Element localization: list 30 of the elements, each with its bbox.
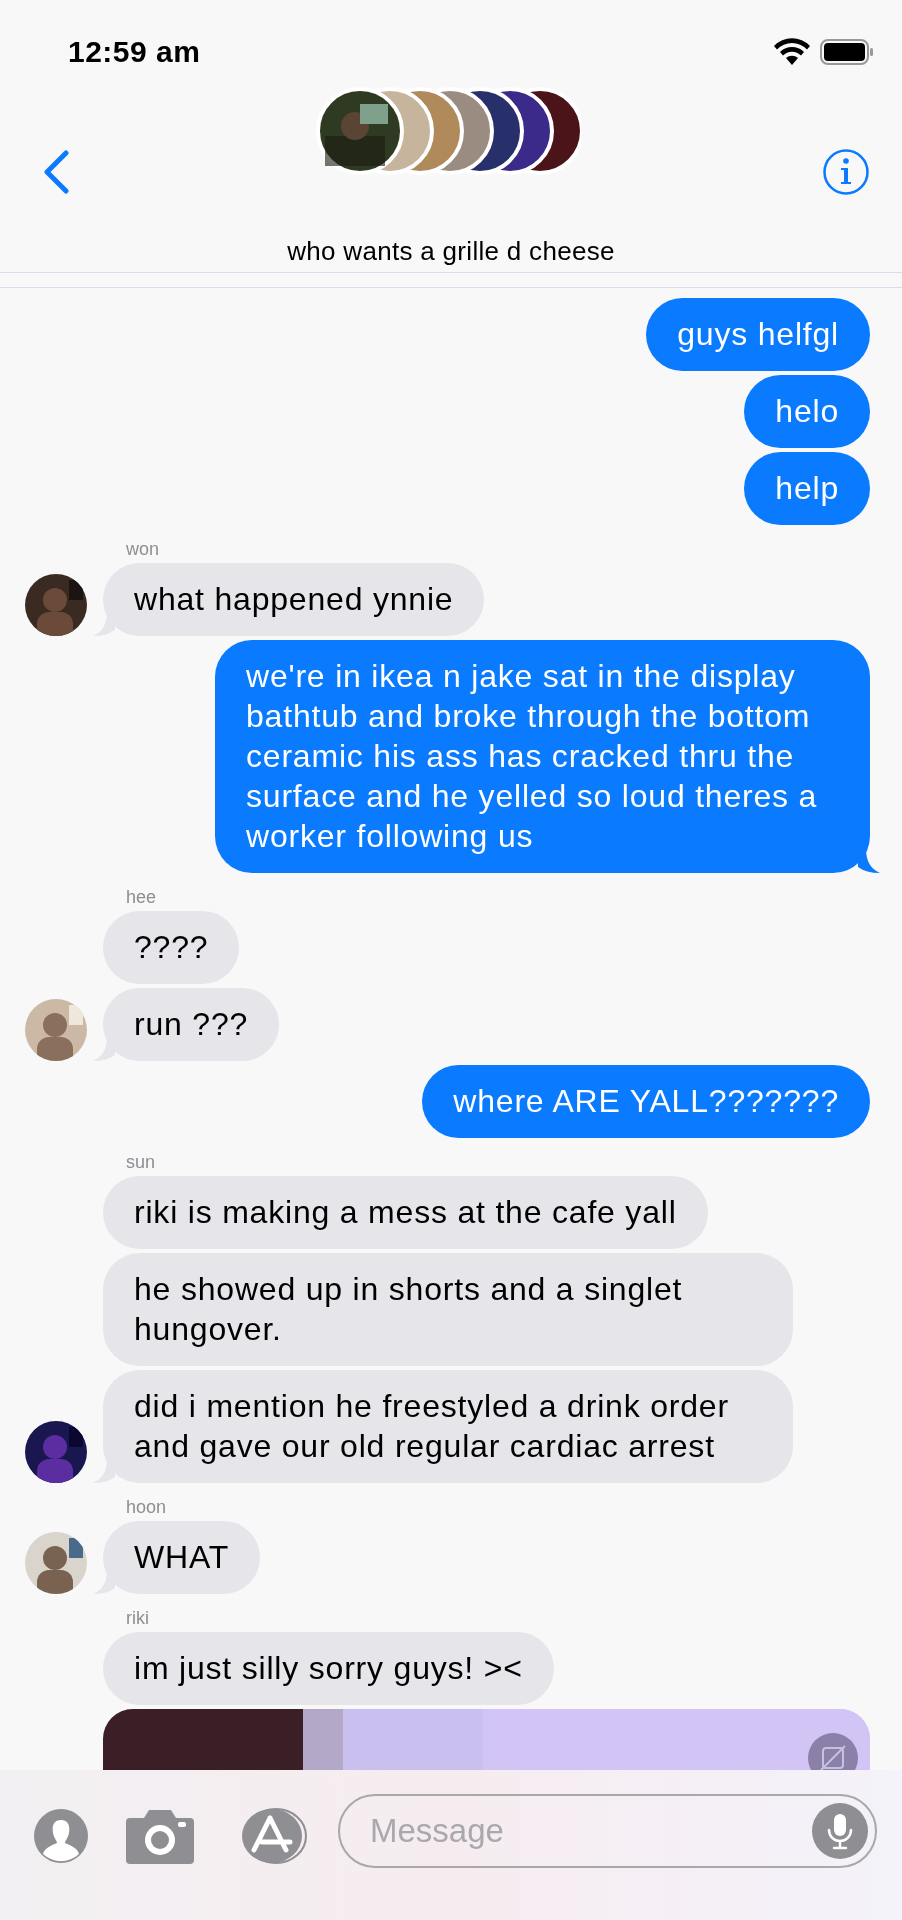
conversation-title[interactable]: who wants a grille d cheese — [287, 236, 615, 266]
message-bubble[interactable]: riki is making a mess at the cafe yall — [103, 1176, 708, 1249]
sender-name: riki — [126, 1608, 150, 1628]
chevron-left-icon — [42, 150, 70, 194]
message-bubble[interactable]: WHAT — [103, 1521, 261, 1594]
battery-icon — [820, 39, 874, 65]
message-bubble[interactable]: we're in ikea n jake sat in the display bathtub and broke through the bottom ceramic his ass has cracked thru the surface and he yelled so loud theres a worker following us — [215, 640, 870, 873]
info-button[interactable] — [822, 148, 870, 196]
status-time: 12:59 am — [68, 35, 201, 69]
microphone-icon[interactable] — [812, 1803, 868, 1859]
message-bubble[interactable]: helo — [744, 375, 870, 448]
wifi-icon — [772, 38, 812, 66]
message-bubble[interactable]: help — [744, 452, 870, 525]
message-bubble[interactable]: what happened ynnie — [103, 563, 485, 636]
message-bubble[interactable]: where ARE YALL??????? — [422, 1065, 870, 1138]
message-field[interactable]: Message — [338, 1794, 877, 1868]
crossed-frame-icon[interactable] — [808, 1733, 858, 1770]
message-bubble[interactable]: run ??? — [103, 988, 280, 1061]
contact-icon[interactable] — [33, 1808, 89, 1864]
message-bubble[interactable]: he showed up in shorts and a singlet hungover. — [103, 1253, 793, 1366]
message-bubble[interactable]: did i mention he freestyled a drink order and gave our old regular cardiac arrest — [103, 1370, 793, 1483]
sender-name: hee — [126, 887, 158, 907]
info-icon — [822, 148, 870, 196]
sender-name: hoon — [126, 1497, 168, 1517]
message-bubble[interactable]: guys helfgl — [646, 298, 870, 371]
message-bubble[interactable]: im just silly sorry guys! >< — [103, 1632, 554, 1705]
camera-icon[interactable] — [126, 1808, 194, 1864]
sender-name: won — [126, 539, 161, 559]
sender-name: sun — [126, 1152, 157, 1172]
message-bubble[interactable]: ???? — [103, 911, 240, 984]
